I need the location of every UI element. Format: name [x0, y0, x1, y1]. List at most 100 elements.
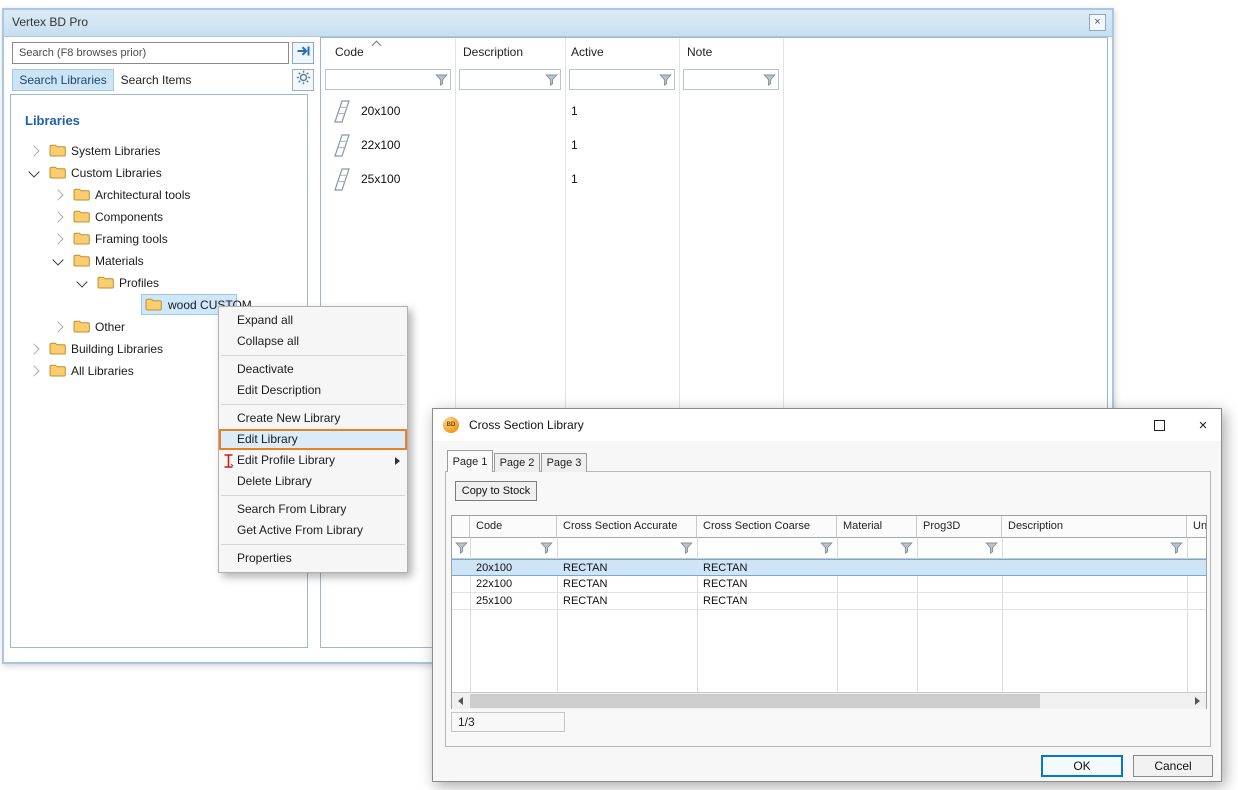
folder-icon	[73, 210, 90, 228]
chevron-down-icon[interactable]	[76, 276, 87, 287]
menu-item-edit-description[interactable]: Edit Description	[219, 380, 407, 401]
libraries-header: Libraries	[25, 113, 80, 128]
dialog-close-button[interactable]: ×	[1187, 413, 1219, 437]
column-header-code[interactable]: Code	[335, 45, 364, 59]
menu-item-edit-profile-library[interactable]: Edit Profile Library	[219, 450, 407, 471]
grid-row-20x100[interactable]: 20x100 RECTAN RECTAN	[452, 559, 1206, 576]
menu-item-edit-library[interactable]: Edit Library	[219, 429, 407, 450]
folder-icon	[49, 364, 66, 382]
column-header-material[interactable]: Material	[837, 516, 917, 538]
tree-item-materials[interactable]: Materials	[11, 250, 307, 272]
ok-button[interactable]: OK	[1041, 755, 1123, 777]
search-go-button[interactable]	[292, 42, 314, 64]
cell-cross-section-accurate: RECTAN	[563, 562, 607, 574]
dialog-titlebar[interactable]: BD Cross Section Library ×	[433, 409, 1221, 441]
grid-row-20x100[interactable]: 20x100 1	[321, 94, 1107, 128]
filter-input-active[interactable]	[569, 69, 675, 90]
filter-funnel-icon[interactable]	[680, 541, 693, 559]
column-header-label: Description	[1008, 520, 1063, 532]
menu-item-label: Search From Library	[237, 502, 346, 516]
tree-item-label: Architectural tools	[95, 188, 190, 202]
main-window-titlebar[interactable]: Vertex BD Pro ×	[4, 10, 1112, 37]
chevron-right-icon[interactable]	[52, 211, 63, 222]
tree-item-architectural-tools[interactable]: Architectural tools	[11, 184, 307, 206]
tab-search-items[interactable]: Search Items	[116, 69, 196, 91]
filter-funnel-icon[interactable]	[659, 73, 672, 91]
tab-search-libraries[interactable]: Search Libraries	[12, 69, 114, 91]
scroll-left-button[interactable]	[452, 693, 469, 709]
filter-funnel-icon[interactable]	[985, 541, 998, 559]
column-header-unit[interactable]: Un	[1187, 516, 1206, 538]
cell-code: 25x100	[361, 172, 400, 186]
cell-code: 22x100	[361, 138, 400, 152]
filter-funnel-icon[interactable]	[763, 73, 776, 91]
menu-item-label: Create New Library	[237, 411, 340, 425]
filter-funnel-icon[interactable]	[545, 73, 558, 91]
tree-item-system-libraries[interactable]: System Libraries	[11, 140, 307, 162]
grid-row-22x100[interactable]: 22x100 1	[321, 128, 1107, 162]
filter-input-code[interactable]	[325, 69, 451, 90]
column-header-label: Cross Section Coarse	[703, 520, 810, 532]
cell-code: 22x100	[476, 578, 512, 590]
filter-funnel-icon[interactable]	[900, 541, 913, 559]
chevron-right-icon[interactable]	[28, 145, 39, 156]
tree-item-framing-tools[interactable]: Framing tools	[11, 228, 307, 250]
filter-funnel-icon[interactable]	[540, 541, 553, 559]
chevron-right-icon[interactable]	[28, 365, 39, 376]
menu-item-delete-library[interactable]: Delete Library	[219, 471, 407, 492]
menu-item-properties[interactable]: Properties	[219, 548, 407, 569]
filter-input-description[interactable]	[459, 69, 561, 90]
chevron-right-icon[interactable]	[52, 233, 63, 244]
filter-input-note[interactable]	[683, 69, 779, 90]
horizontal-scrollbar[interactable]	[452, 692, 1206, 709]
column-header-cross-section-coarse[interactable]: Cross Section Coarse	[697, 516, 837, 538]
menu-separator	[221, 404, 405, 405]
cell-cross-section-coarse: RECTAN	[703, 595, 747, 607]
column-header-prog3d[interactable]: Prog3D	[917, 516, 1002, 538]
main-window-close-button[interactable]: ×	[1089, 14, 1106, 31]
column-header-cross-section-accurate[interactable]: Cross Section Accurate	[557, 516, 697, 538]
scroll-right-button[interactable]	[1189, 693, 1206, 709]
chevron-down-icon[interactable]	[52, 254, 63, 265]
menu-item-expand-all[interactable]: Expand all	[219, 310, 407, 331]
tab-page-3[interactable]: Page 3	[541, 453, 587, 472]
tree-item-profiles[interactable]: Profiles	[11, 272, 307, 294]
filter-funnel-icon[interactable]	[455, 541, 468, 559]
column-header-description[interactable]: Description	[1002, 516, 1187, 538]
cancel-button[interactable]: Cancel	[1133, 755, 1213, 777]
column-header-code[interactable]: Code	[470, 516, 557, 538]
tree-item-label: Materials	[95, 254, 144, 268]
profile-cross-section-icon	[329, 131, 355, 164]
tab-page-2[interactable]: Page 2	[494, 453, 540, 472]
maximize-button[interactable]	[1143, 413, 1175, 437]
menu-item-deactivate[interactable]: Deactivate	[219, 359, 407, 380]
search-settings-button[interactable]	[292, 69, 314, 91]
filter-funnel-icon[interactable]	[435, 73, 448, 91]
column-header-active[interactable]: Active	[571, 45, 604, 59]
menu-item-collapse-all[interactable]: Collapse all	[219, 331, 407, 352]
menu-item-create-new-library[interactable]: Create New Library	[219, 408, 407, 429]
tree-item-components[interactable]: Components	[11, 206, 307, 228]
grid-row-25x100[interactable]: 25x100 RECTAN RECTAN	[452, 593, 1206, 610]
grid-filter-row[interactable]	[452, 538, 1206, 559]
search-input[interactable]	[12, 42, 289, 64]
chevron-right-icon[interactable]	[52, 189, 63, 200]
tab-page-1[interactable]: Page 1	[447, 450, 493, 472]
grid-row-22x100[interactable]: 22x100 RECTAN RECTAN	[452, 576, 1206, 593]
chevron-right-icon[interactable]	[28, 343, 39, 354]
column-header-note[interactable]: Note	[687, 45, 712, 59]
copy-to-stock-button[interactable]: Copy to Stock	[455, 481, 537, 501]
scroll-right-icon	[1195, 697, 1200, 705]
chevron-right-icon[interactable]	[52, 321, 63, 332]
filter-funnel-icon[interactable]	[1170, 541, 1183, 559]
menu-item-get-active-from-library[interactable]: Get Active From Library	[219, 520, 407, 541]
column-header-description[interactable]: Description	[463, 45, 523, 59]
menu-item-search-from-library[interactable]: Search From Library	[219, 499, 407, 520]
grid-row-25x100[interactable]: 25x100 1	[321, 162, 1107, 196]
filter-funnel-icon[interactable]	[820, 541, 833, 559]
tree-item-label: System Libraries	[71, 144, 160, 158]
tree-item-custom-libraries[interactable]: Custom Libraries	[11, 162, 307, 184]
scrollbar-thumb[interactable]	[470, 694, 1040, 708]
cell-code: 25x100	[476, 595, 512, 607]
chevron-down-icon[interactable]	[28, 166, 39, 177]
